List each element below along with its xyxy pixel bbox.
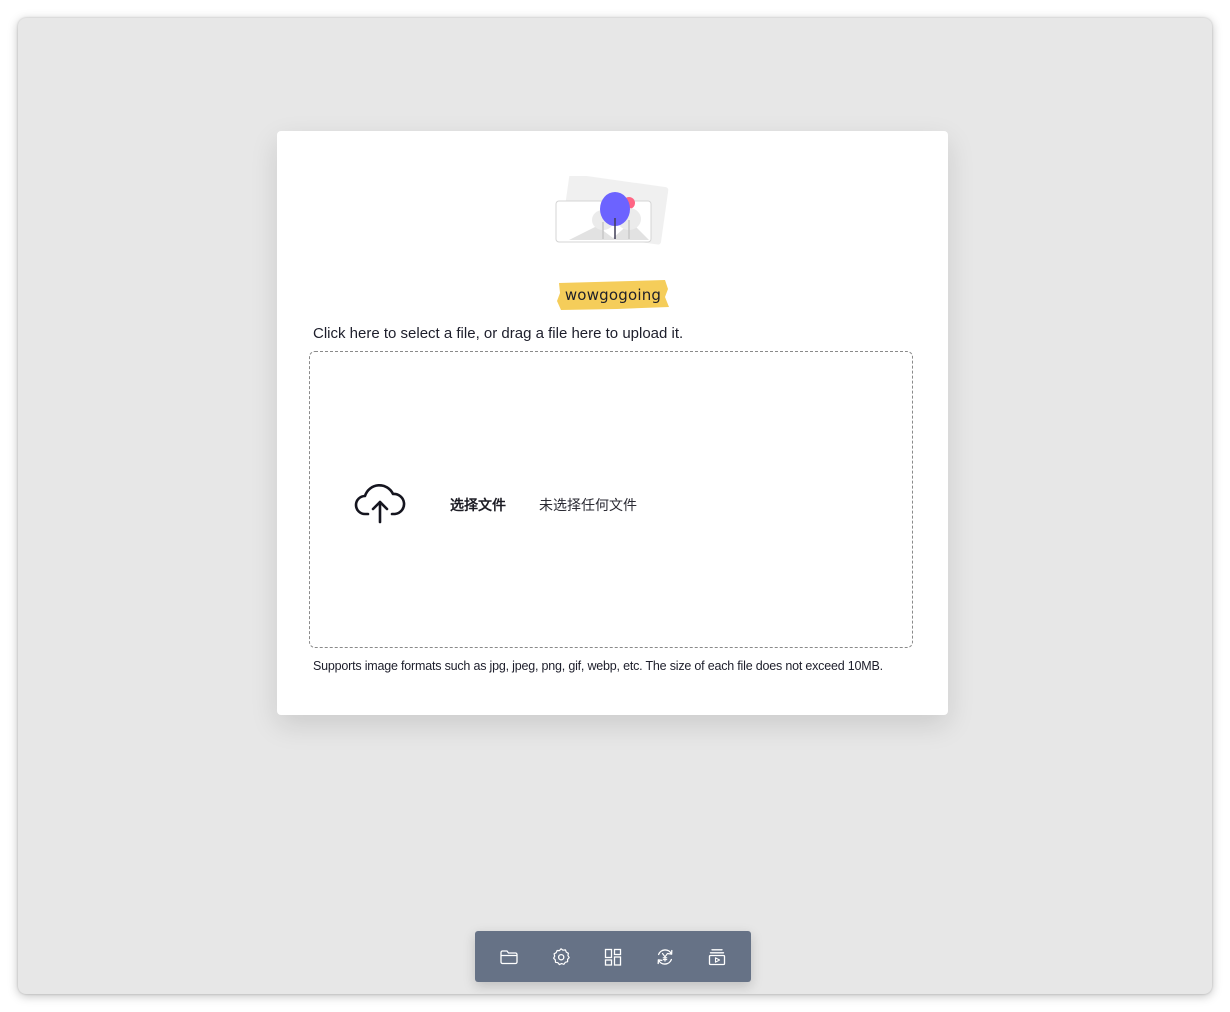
app-window: wowgogoing Click here to select a file, … <box>18 18 1212 994</box>
bottom-toolbar <box>475 931 751 982</box>
grid-layout-icon <box>604 948 622 966</box>
brand-logo: wowgogoing <box>557 279 669 311</box>
file-status-text: 未选择任何文件 <box>539 498 637 514</box>
upload-instruction: Click here to select a file, or drag a f… <box>313 325 684 342</box>
playlist-button[interactable] <box>705 945 729 969</box>
upload-format-hint: Supports image formats such as jpg, jpeg… <box>313 659 883 673</box>
playlist-icon <box>708 948 726 965</box>
upload-card: wowgogoing Click here to select a file, … <box>277 131 948 715</box>
cloud-upload-icon[interactable] <box>354 481 406 525</box>
yen-refresh-icon <box>657 948 673 965</box>
gear-icon <box>553 947 570 965</box>
file-dropzone[interactable]: 选择文件 未选择任何文件 <box>309 351 913 648</box>
settings-button[interactable] <box>549 945 573 969</box>
folder-icon <box>500 949 518 964</box>
currency-refresh-button[interactable] <box>653 945 677 969</box>
upload-illustration <box>553 173 669 246</box>
layout-button[interactable] <box>601 945 625 969</box>
choose-file-button[interactable]: 选择文件 <box>450 495 506 515</box>
brand-name: wowgogoing <box>564 286 662 304</box>
folder-button[interactable] <box>497 945 521 969</box>
